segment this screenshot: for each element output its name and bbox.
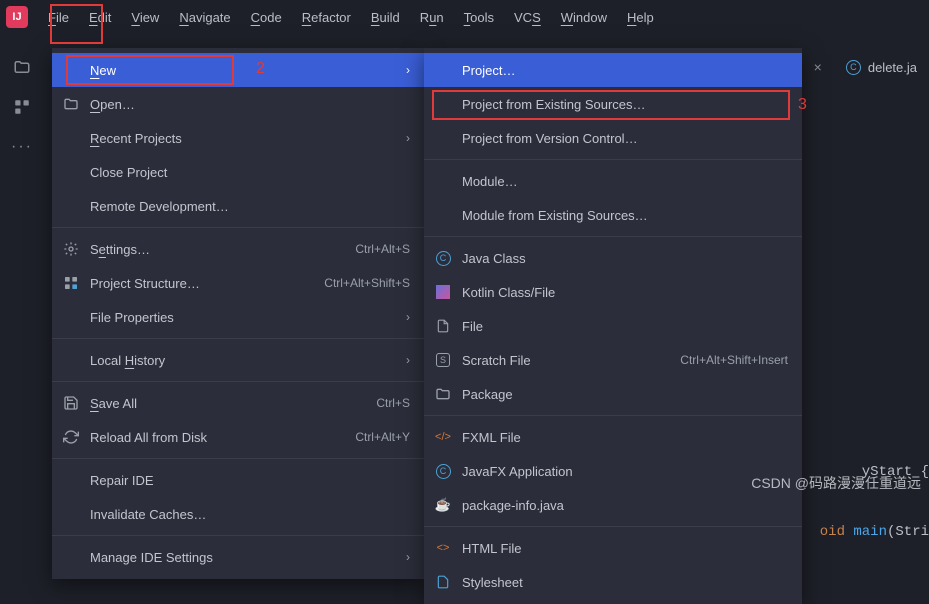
menu-invalidate-caches[interactable]: Invalidate Caches… bbox=[52, 497, 424, 531]
menu-recent-projects[interactable]: Recent Projects › bbox=[52, 121, 424, 155]
menu-fxml-file[interactable]: </> FXML File bbox=[424, 420, 802, 454]
coffee-icon: ☕ bbox=[435, 497, 451, 513]
menu-package-info[interactable]: ☕ package-info.java bbox=[424, 488, 802, 522]
separator bbox=[52, 458, 424, 459]
tool-sidebar: ··· bbox=[0, 48, 44, 545]
package-icon bbox=[435, 386, 451, 402]
close-icon[interactable]: × bbox=[814, 59, 822, 75]
save-icon bbox=[63, 395, 79, 411]
menu-scratch-file[interactable]: S Scratch File Ctrl+Alt+Shift+Insert bbox=[424, 343, 802, 377]
gear-icon bbox=[63, 241, 79, 257]
menu-manage-ide-settings[interactable]: Manage IDE Settings › bbox=[52, 540, 424, 574]
menu-navigate[interactable]: Navigate bbox=[169, 5, 240, 30]
menu-kotlin-class[interactable]: Kotlin Class/File bbox=[424, 275, 802, 309]
submenu-arrow-icon: › bbox=[406, 353, 410, 367]
separator bbox=[424, 415, 802, 416]
separator bbox=[424, 236, 802, 237]
separator bbox=[52, 535, 424, 536]
javafx-icon: C bbox=[436, 464, 451, 479]
menu-new-file[interactable]: File bbox=[424, 309, 802, 343]
open-folder-icon bbox=[63, 96, 79, 112]
folder-icon[interactable] bbox=[13, 58, 31, 76]
menu-new-package[interactable]: Package bbox=[424, 377, 802, 411]
menu-file[interactable]: File bbox=[38, 5, 79, 30]
menu-project-existing[interactable]: Project from Existing Sources… bbox=[424, 87, 802, 121]
submenu-arrow-icon: › bbox=[406, 310, 410, 324]
code-fragment: oid main(Stri bbox=[820, 492, 929, 556]
menu-project-vcs[interactable]: Project from Version Control… bbox=[424, 121, 802, 155]
menu-save-all[interactable]: Save All Ctrl+S bbox=[52, 386, 424, 420]
menu-new-module[interactable]: Module… bbox=[424, 164, 802, 198]
tab-label: delete.ja bbox=[868, 60, 917, 75]
structure-icon[interactable] bbox=[13, 98, 31, 116]
separator bbox=[52, 227, 424, 228]
menu-module-existing[interactable]: Module from Existing Sources… bbox=[424, 198, 802, 232]
submenu-arrow-icon: › bbox=[406, 63, 410, 77]
tab-delete[interactable]: C delete.ja bbox=[834, 49, 929, 85]
annotation-number-2: 2 bbox=[256, 60, 265, 78]
menu-html-file[interactable]: <> HTML File bbox=[424, 531, 802, 565]
ide-logo: IJ bbox=[6, 6, 28, 28]
menu-repair-ide[interactable]: Repair IDE bbox=[52, 463, 424, 497]
menu-close-project[interactable]: Close Project bbox=[52, 155, 424, 189]
menu-local-history[interactable]: Local History › bbox=[52, 343, 424, 377]
separator bbox=[424, 159, 802, 160]
submenu-arrow-icon: › bbox=[406, 131, 410, 145]
menu-help[interactable]: Help bbox=[617, 5, 664, 30]
menu-file-properties[interactable]: File Properties › bbox=[52, 300, 424, 334]
annotation-number-3: 3 bbox=[798, 96, 807, 114]
fxml-icon: </> bbox=[435, 431, 451, 443]
java-file-icon: C bbox=[846, 60, 861, 75]
new-submenu-dropdown: Project… Project from Existing Sources… … bbox=[424, 48, 802, 604]
menu-view[interactable]: View bbox=[121, 5, 169, 30]
java-class-icon: C bbox=[436, 251, 451, 266]
menu-reload-disk[interactable]: Reload All from Disk Ctrl+Alt+Y bbox=[52, 420, 424, 454]
watermark: CSDN @码路漫漫任重道远 bbox=[751, 473, 921, 493]
menu-open[interactable]: Open… bbox=[52, 87, 424, 121]
kotlin-icon bbox=[436, 285, 450, 299]
html-icon: <> bbox=[437, 542, 450, 554]
menu-stylesheet[interactable]: Stylesheet bbox=[424, 565, 802, 599]
file-icon bbox=[436, 318, 450, 334]
menu-project-structure[interactable]: Project Structure… Ctrl+Alt+Shift+S bbox=[52, 266, 424, 300]
menu-remote-dev[interactable]: Remote Development… bbox=[52, 189, 424, 223]
menu-refactor[interactable]: Refactor bbox=[292, 5, 361, 30]
separator bbox=[424, 526, 802, 527]
menu-java-class[interactable]: C Java Class bbox=[424, 241, 802, 275]
menu-javafx-app[interactable]: C JavaFX Application bbox=[424, 454, 802, 488]
menu-new-project[interactable]: Project… bbox=[424, 53, 802, 87]
menu-vcs[interactable]: VCS bbox=[504, 5, 551, 30]
menu-new[interactable]: New › bbox=[52, 53, 424, 87]
more-icon[interactable]: ··· bbox=[11, 138, 33, 156]
menu-build[interactable]: Build bbox=[361, 5, 410, 30]
menu-edit[interactable]: Edit bbox=[79, 5, 121, 30]
reload-icon bbox=[63, 429, 79, 445]
scratch-icon: S bbox=[436, 353, 450, 367]
menu-tools[interactable]: Tools bbox=[454, 5, 504, 30]
file-menu-dropdown: New › Open… Recent Projects › Close Proj… bbox=[52, 48, 424, 579]
menu-code[interactable]: Code bbox=[241, 5, 292, 30]
structure-icon bbox=[63, 275, 79, 291]
menu-run[interactable]: Run bbox=[410, 5, 454, 30]
separator bbox=[52, 381, 424, 382]
menu-window[interactable]: Window bbox=[551, 5, 617, 30]
submenu-arrow-icon: › bbox=[406, 550, 410, 564]
tab-close[interactable]: × bbox=[798, 49, 834, 85]
menubar: IJ File Edit View Navigate Code Refactor… bbox=[0, 0, 929, 34]
separator bbox=[52, 338, 424, 339]
stylesheet-icon bbox=[436, 574, 450, 590]
menu-settings[interactable]: Settings… Ctrl+Alt+S bbox=[52, 232, 424, 266]
